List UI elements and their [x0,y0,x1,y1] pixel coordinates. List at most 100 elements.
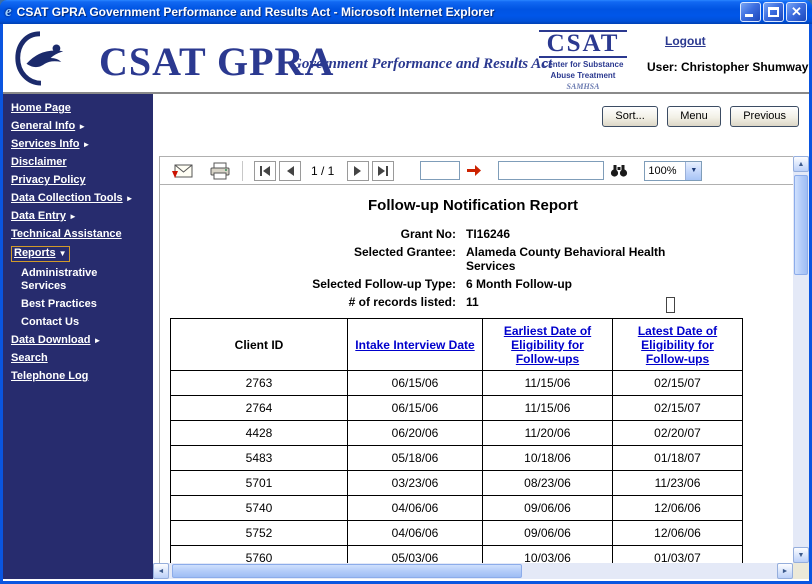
maximize-icon [768,7,779,17]
logout-link[interactable]: Logout [665,34,706,48]
goto-page-input[interactable] [420,161,460,180]
table-row: 276306/15/0611/15/0602/15/07 [171,371,743,396]
action-button-row: Sort... Menu Previous [153,94,809,156]
export-envelope-icon [170,162,194,180]
sidebar-item-services-info[interactable]: Services Info► [3,135,153,153]
maximize-button[interactable] [763,2,784,22]
hhs-logo [11,29,69,92]
chevron-down-icon[interactable]: ▼ [685,162,701,180]
scroll-right-button[interactable]: ► [777,563,793,579]
print-button[interactable] [206,160,234,182]
stray-cursor-artifact [666,297,675,313]
last-page-icon [377,165,389,177]
search-text-input[interactable] [498,161,604,180]
column-header-latest-eligibility[interactable]: Latest Date of Eligibility for Follow-up… [613,319,743,371]
sidebar-item-data-collection-tools[interactable]: Data Collection Tools► [3,189,153,207]
sidebar-item-contact-us[interactable]: Contact Us [3,313,153,331]
chevron-right-icon: ► [126,192,134,205]
field-label-selected-grantee: Selected Grantee: [168,245,456,273]
browser-viewport: CSAT GPRA Government Performance and Res… [3,24,809,581]
goto-page-button[interactable] [464,162,484,179]
reports-selected-highlight: Reports▼ [11,246,70,262]
scroll-up-button[interactable]: ▲ [793,156,809,172]
field-value-grant-no: TI16246 [466,227,691,241]
sidebar-item-technical-assistance[interactable]: Technical Assistance [3,225,153,243]
menu-button[interactable]: Menu [667,106,721,127]
sidebar-item-reports[interactable]: Reports▼ [3,243,153,264]
scroll-down-button[interactable]: ▼ [793,547,809,563]
table-row: 276406/15/0611/15/0602/15/07 [171,396,743,421]
table-row: 442806/20/0611/20/0602/20/07 [171,421,743,446]
column-header-earliest-eligibility[interactable]: Earliest Date of Eligibility for Follow-… [483,319,613,371]
page-indicator: 1 / 1 [311,164,334,178]
vertical-scrollbar[interactable]: ▲ ▼ [793,156,809,563]
site-header: CSAT GPRA Government Performance and Res… [3,24,809,94]
binoculars-icon [610,163,628,178]
field-value-selected-grantee: Alameda County Behavioral Health Service… [466,245,691,273]
sidebar-item-data-download[interactable]: Data Download► [3,331,153,349]
table-row: 570103/23/0608/23/0611/23/06 [171,471,743,496]
find-button[interactable] [608,161,630,180]
first-page-button[interactable] [254,161,276,181]
report-title: Follow-up Notification Report [168,197,778,214]
window-title: CSAT GPRA Government Performance and Res… [17,5,735,19]
main-content: Sort... Menu Previous [153,94,809,579]
csat-center-logo: CSAT Center for Substance Abuse Treatmen… [539,30,627,91]
browser-window: e CSAT GPRA Government Performance and R… [0,0,812,584]
minimize-button[interactable] [740,2,761,22]
scroll-left-button[interactable]: ◄ [153,563,169,579]
report-viewer: 1 / 1 [159,156,793,563]
table-row: 574004/06/0609/06/0612/06/06 [171,496,743,521]
next-page-button[interactable] [347,161,369,181]
red-go-arrow-icon [466,164,482,177]
horizontal-scrollbar-thumb[interactable] [172,564,522,578]
next-page-icon [352,165,364,177]
sidebar-item-general-info[interactable]: General Info► [3,117,153,135]
last-page-button[interactable] [372,161,394,181]
close-button[interactable]: ✕ [786,2,807,22]
field-label-grant-no: Grant No: [168,227,456,241]
report-page: Follow-up Notification Report Grant No: … [160,185,793,563]
export-button[interactable] [168,160,196,182]
sort-button[interactable]: Sort... [602,106,657,127]
table-header-row: Client ID Intake Interview Date Earliest… [171,319,743,371]
sidebar-item-home-page[interactable]: Home Page [3,99,153,117]
close-icon: ✕ [787,3,806,21]
printer-icon [208,162,232,180]
csat-logo-line2: Abuse Treatment [539,71,627,80]
sidebar-item-best-practices[interactable]: Best Practices [3,295,153,313]
prev-page-icon [284,165,296,177]
prev-page-button[interactable] [279,161,301,181]
sidebar-item-search[interactable]: Search [3,349,153,367]
scrollbar-corner [793,563,809,579]
sidebar-item-privacy-policy[interactable]: Privacy Policy [3,171,153,189]
field-value-followup-type: 6 Month Follow-up [466,277,691,291]
sidebar-item-data-entry[interactable]: Data Entry► [3,207,153,225]
horizontal-scrollbar[interactable]: ◄ ► [153,563,793,579]
toolbar-separator [242,161,243,181]
report-fields: Grant No: TI16246 Selected Grantee: Alam… [168,227,793,309]
minimize-icon [745,14,753,17]
report-table: Client ID Intake Interview Date Earliest… [170,318,743,563]
zoom-value: 100% [645,165,685,177]
sidebar-item-telephone-log[interactable]: Telephone Log [3,367,153,385]
csat-logo-line1: Center for Substance [539,60,627,69]
chevron-right-icon: ► [78,120,86,133]
sidebar-item-administrative-services[interactable]: Administrative Services [3,264,153,295]
zoom-select[interactable]: 100% ▼ [644,161,702,181]
chevron-down-icon: ▼ [59,247,67,260]
previous-button[interactable]: Previous [730,106,799,127]
vertical-scrollbar-thumb[interactable] [794,175,808,275]
table-row-clipped: 576005/03/0610/03/0601/03/07 [171,546,743,564]
field-label-followup-type: Selected Follow-up Type: [168,277,456,291]
internet-explorer-icon: e [5,4,12,21]
table-row: 548305/18/0610/18/0601/18/07 [171,446,743,471]
title-bar: e CSAT GPRA Government Performance and R… [0,0,812,24]
samhsa-label: SAMHSA [539,82,627,91]
chevron-right-icon: ► [82,138,90,151]
chevron-right-icon: ► [93,334,101,347]
chevron-right-icon: ► [69,210,77,223]
sidebar-item-disclaimer[interactable]: Disclaimer [3,153,153,171]
gpra-tagline: Government Performance and Results Act [291,56,552,73]
column-header-intake-interview-date[interactable]: Intake Interview Date [348,319,483,371]
